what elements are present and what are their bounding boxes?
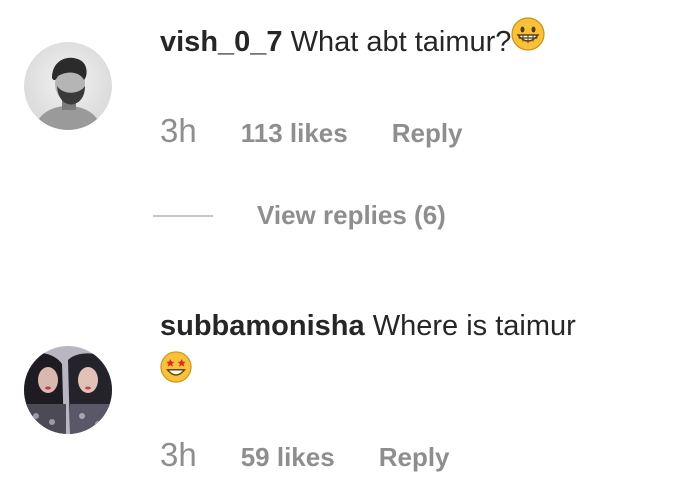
avatar[interactable] — [24, 346, 112, 434]
view-replies-label: View replies (6) — [257, 200, 446, 230]
reply-button[interactable]: Reply — [392, 118, 463, 149]
comment-item: vish_0_7 What abt taimur? 3h 113 likes R… — [0, 0, 700, 250]
comment-likes-link[interactable]: 59 likes — [241, 442, 335, 473]
comment-body: subbamonisha Where is taimur — [160, 304, 680, 394]
comment-item: subbamonisha Where is taimur 3h 59 likes… — [0, 290, 700, 504]
grinning-face-icon — [511, 17, 546, 64]
comment-text: Where is taimur — [372, 310, 576, 342]
avatar[interactable] — [24, 42, 112, 130]
comment-meta: 3h 113 likes Reply — [160, 112, 463, 150]
comment-username[interactable]: vish_0_7 — [160, 26, 283, 58]
comment-timestamp: 3h — [160, 436, 197, 473]
comment-timestamp: 3h — [160, 112, 197, 149]
comment-text: What abt taimur? — [290, 26, 512, 59]
comment-meta: 3h 59 likes Reply — [160, 436, 450, 474]
star-struck-face-icon — [160, 351, 192, 396]
reply-button[interactable]: Reply — [379, 442, 450, 473]
avatar-photo-icon — [24, 346, 112, 434]
comment-likes-link[interactable]: 113 likes — [241, 118, 348, 149]
avatar-photo-icon — [24, 42, 112, 130]
comment-body: vish_0_7 What abt taimur? — [160, 17, 680, 67]
comment-username[interactable]: subbamonisha — [160, 310, 365, 342]
replies-divider-line — [153, 214, 213, 217]
view-replies-button[interactable]: View replies (6) — [153, 200, 446, 231]
